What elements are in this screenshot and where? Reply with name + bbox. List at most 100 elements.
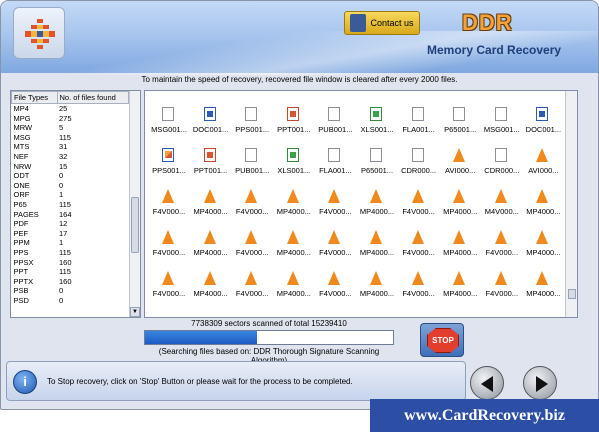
column-header-file-types[interactable]: File Types — [11, 91, 58, 104]
recovered-file-item[interactable]: MP4000... — [190, 189, 232, 225]
recovered-file-item[interactable]: M4V000... — [481, 189, 523, 225]
recovered-file-item[interactable]: F4V000... — [398, 230, 440, 266]
doc-icon — [245, 107, 258, 121]
recovered-file-item[interactable]: F4V000... — [148, 189, 190, 225]
file-type-row[interactable]: PPSX 160 — [12, 258, 129, 268]
file-name: PUB001... — [318, 125, 353, 134]
recovered-file-item[interactable]: F4V000... — [231, 189, 273, 225]
recovered-file-item[interactable]: MP4000... — [190, 271, 232, 307]
recovered-file-item[interactable]: MP4000... — [439, 189, 481, 225]
file-type-row[interactable]: NEF 32 — [12, 152, 129, 162]
recovered-file-item[interactable]: F4V000... — [481, 230, 523, 266]
recovered-file-item[interactable]: F4V000... — [148, 230, 190, 266]
recovered-file-item[interactable]: XLS001... — [273, 148, 315, 184]
vlc-icon — [162, 189, 174, 203]
recovered-file-item[interactable]: MP4000... — [273, 189, 315, 225]
file-type-row[interactable]: MP4 25 — [12, 104, 129, 114]
recovered-file-item[interactable]: MP4000... — [190, 230, 232, 266]
ppt-icon — [203, 148, 216, 162]
recovered-file-item[interactable]: F4V000... — [231, 271, 273, 307]
file-type-row[interactable]: PEF 17 — [12, 229, 129, 239]
scrollbar-thumb[interactable] — [131, 197, 139, 253]
file-type-row[interactable]: MSG 115 — [12, 133, 129, 143]
recovered-file-item[interactable]: F4V000... — [314, 271, 356, 307]
recovered-file-item[interactable]: MP4000... — [356, 271, 398, 307]
recovered-file-item[interactable]: F4V000... — [314, 189, 356, 225]
recovered-file-item[interactable]: MP4000... — [439, 271, 481, 307]
recovered-file-item[interactable]: PPT001... — [190, 148, 232, 184]
recovered-file-item[interactable]: AVI000... — [439, 148, 481, 184]
file-type-row[interactable]: ONE 0 — [12, 181, 129, 191]
recovered-file-item[interactable]: FLA001... — [314, 148, 356, 184]
recovered-file-item[interactable]: P65001... — [356, 148, 398, 184]
recovered-file-item[interactable]: PPS001... — [148, 148, 190, 184]
recovered-file-item[interactable]: P65001... — [439, 107, 481, 143]
recovered-file-item[interactable]: CDR000... — [481, 148, 523, 184]
file-type-row[interactable]: PPTX 160 — [12, 277, 129, 287]
scan-status: 7738309 sectors scanned of total 1523941… — [191, 319, 347, 328]
scroll-down-icon[interactable]: ▼ — [130, 307, 140, 317]
file-types-scrollbar[interactable]: ▼ — [129, 91, 140, 317]
file-type-row[interactable]: MTS 31 — [12, 142, 129, 152]
recovered-file-item[interactable]: PPT001... — [273, 107, 315, 143]
file-type-row[interactable]: PSD 0 — [12, 296, 129, 306]
file-type-cell: NRW — [13, 161, 32, 171]
recovered-file-item[interactable]: MP4000... — [522, 230, 564, 266]
file-type-row[interactable]: P65 115 — [12, 200, 129, 210]
recovered-file-item[interactable]: CDR000... — [398, 148, 440, 184]
file-name: MSG001... — [483, 125, 520, 134]
recovered-file-item[interactable]: F4V000... — [231, 230, 273, 266]
file-type-row[interactable]: PPM 1 — [12, 238, 129, 248]
recovered-file-item[interactable]: XLS001... — [356, 107, 398, 143]
recovered-file-item[interactable]: MP4000... — [273, 271, 315, 307]
file-type-row[interactable]: NRW 15 — [12, 162, 129, 172]
recovered-file-item[interactable]: F4V000... — [148, 271, 190, 307]
recovered-file-item[interactable]: MP4000... — [522, 271, 564, 307]
vlc-icon — [203, 189, 216, 203]
recovered-file-item[interactable]: MP4000... — [522, 189, 564, 225]
recovered-file-item[interactable]: F4V000... — [314, 230, 356, 266]
recovered-file-item[interactable]: F4V000... — [481, 271, 523, 307]
recovered-file-item[interactable]: DOC001... — [190, 107, 232, 143]
recovered-file-item[interactable]: MP4000... — [356, 189, 398, 225]
stop-button[interactable]: STOP — [420, 323, 464, 357]
file-type-cell: NEF — [13, 151, 29, 161]
recovered-file-item[interactable]: PPS001... — [231, 107, 273, 143]
file-type-row[interactable]: ORF 1 — [12, 190, 129, 200]
recovered-file-item[interactable]: MP4000... — [273, 230, 315, 266]
file-name: F4V000... — [402, 207, 435, 216]
recovered-file-item[interactable]: FLA001... — [398, 107, 440, 143]
recovered-file-item[interactable]: F4V000... — [398, 189, 440, 225]
back-button[interactable] — [470, 366, 504, 400]
recovered-files-scrollbar[interactable] — [565, 91, 577, 317]
file-types-panel[interactable]: File Types No. of files found MP4 25 MPG 27… — [10, 90, 141, 318]
file-type-row[interactable]: PSB 0 — [12, 286, 129, 296]
file-type-row[interactable]: MRW 5 — [12, 123, 129, 133]
vlc-icon — [453, 148, 466, 162]
column-header-count[interactable]: No. of files found — [56, 91, 130, 104]
file-type-row[interactable]: ODT 0 — [12, 171, 129, 181]
recovered-file-item[interactable]: MP4000... — [356, 230, 398, 266]
recovered-file-item[interactable]: PUB001... — [231, 148, 273, 184]
contact-us-button[interactable]: Contact us — [344, 11, 420, 35]
file-type-row[interactable]: PPT 115 — [12, 267, 129, 277]
recovered-file-item[interactable]: F4V000... — [398, 271, 440, 307]
file-type-row[interactable]: PDF 12 — [12, 219, 129, 229]
recovered-files-panel[interactable]: MSG001... DOC001... PPS001... PPT001... PUB0… — [144, 90, 578, 318]
vlc-icon — [411, 230, 424, 244]
file-type-row[interactable]: MPG 275 — [12, 114, 129, 124]
recovered-file-item[interactable]: PUB001... — [314, 107, 356, 143]
file-count-cell: 275 — [59, 113, 72, 123]
recovered-file-item[interactable]: AVI000... — [522, 148, 564, 184]
file-type-cell: MPG — [13, 113, 31, 123]
next-button[interactable] — [523, 366, 557, 400]
recovered-file-item[interactable]: MSG001... — [481, 107, 523, 143]
recovered-file-item[interactable]: DOC001... — [522, 107, 564, 143]
vlc-icon — [494, 271, 507, 285]
file-type-row[interactable]: PPS 115 — [12, 248, 129, 258]
recovered-file-item[interactable]: MSG001... — [148, 107, 190, 143]
file-type-row[interactable]: PAGES 164 — [12, 210, 129, 220]
scrollbar-thumb[interactable] — [568, 289, 576, 299]
recovered-file-item[interactable]: MP4000... — [439, 230, 481, 266]
info-icon: i — [13, 370, 37, 394]
